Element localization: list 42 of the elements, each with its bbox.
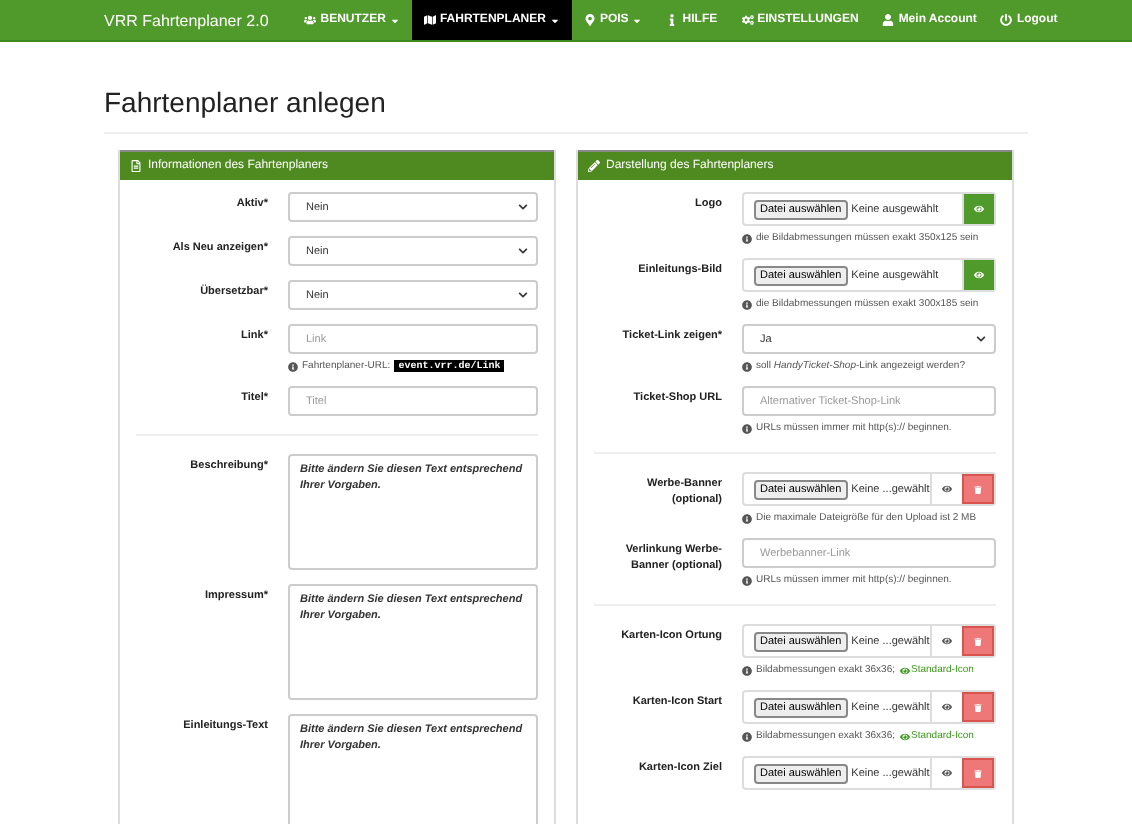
trash-icon: [974, 703, 982, 711]
eye-icon: [942, 636, 952, 646]
map-icon: [423, 14, 436, 26]
info-icon: [742, 299, 752, 309]
info-icon: [666, 14, 679, 26]
preview-button[interactable]: [962, 260, 994, 290]
chevron-icon: [518, 202, 528, 212]
page-title: Fahrtenplaner anlegen: [104, 84, 388, 122]
delete-button[interactable]: [962, 474, 994, 504]
info-icon: [742, 513, 752, 523]
gears-icon: [741, 14, 754, 26]
info-icon: [742, 423, 752, 433]
eye-icon: [899, 665, 909, 675]
eye-icon: [942, 702, 952, 712]
users-icon: [304, 14, 317, 26]
power-icon: [1000, 14, 1013, 26]
pencil-icon: [588, 160, 600, 172]
document-icon: [130, 160, 142, 172]
eye-icon: [974, 204, 984, 214]
chevron-icon: [976, 334, 986, 344]
preview-button[interactable]: [962, 194, 994, 224]
trash-icon: [974, 485, 982, 493]
brand[interactable]: VRR Fahrtenplaner 2.0: [104, 0, 293, 40]
delete-button[interactable]: [962, 692, 994, 722]
eye-icon: [942, 484, 952, 494]
chevron-icon: [518, 290, 528, 300]
delete-button[interactable]: [962, 758, 994, 788]
eye-icon: [942, 768, 952, 778]
info-icon: [742, 731, 752, 741]
map-pin-icon: [583, 14, 596, 26]
eye-icon: [899, 731, 909, 741]
info-icon: [742, 233, 752, 243]
trash-icon: [974, 769, 982, 777]
info-icon: [742, 575, 752, 585]
user-icon: [882, 14, 895, 26]
info-icon: [742, 665, 752, 675]
chevron-icon: [518, 246, 528, 256]
eye-icon: [974, 270, 984, 280]
info-icon: [742, 361, 752, 371]
trash-icon: [974, 637, 982, 645]
delete-button[interactable]: [962, 626, 994, 656]
info-icon: [288, 361, 298, 371]
